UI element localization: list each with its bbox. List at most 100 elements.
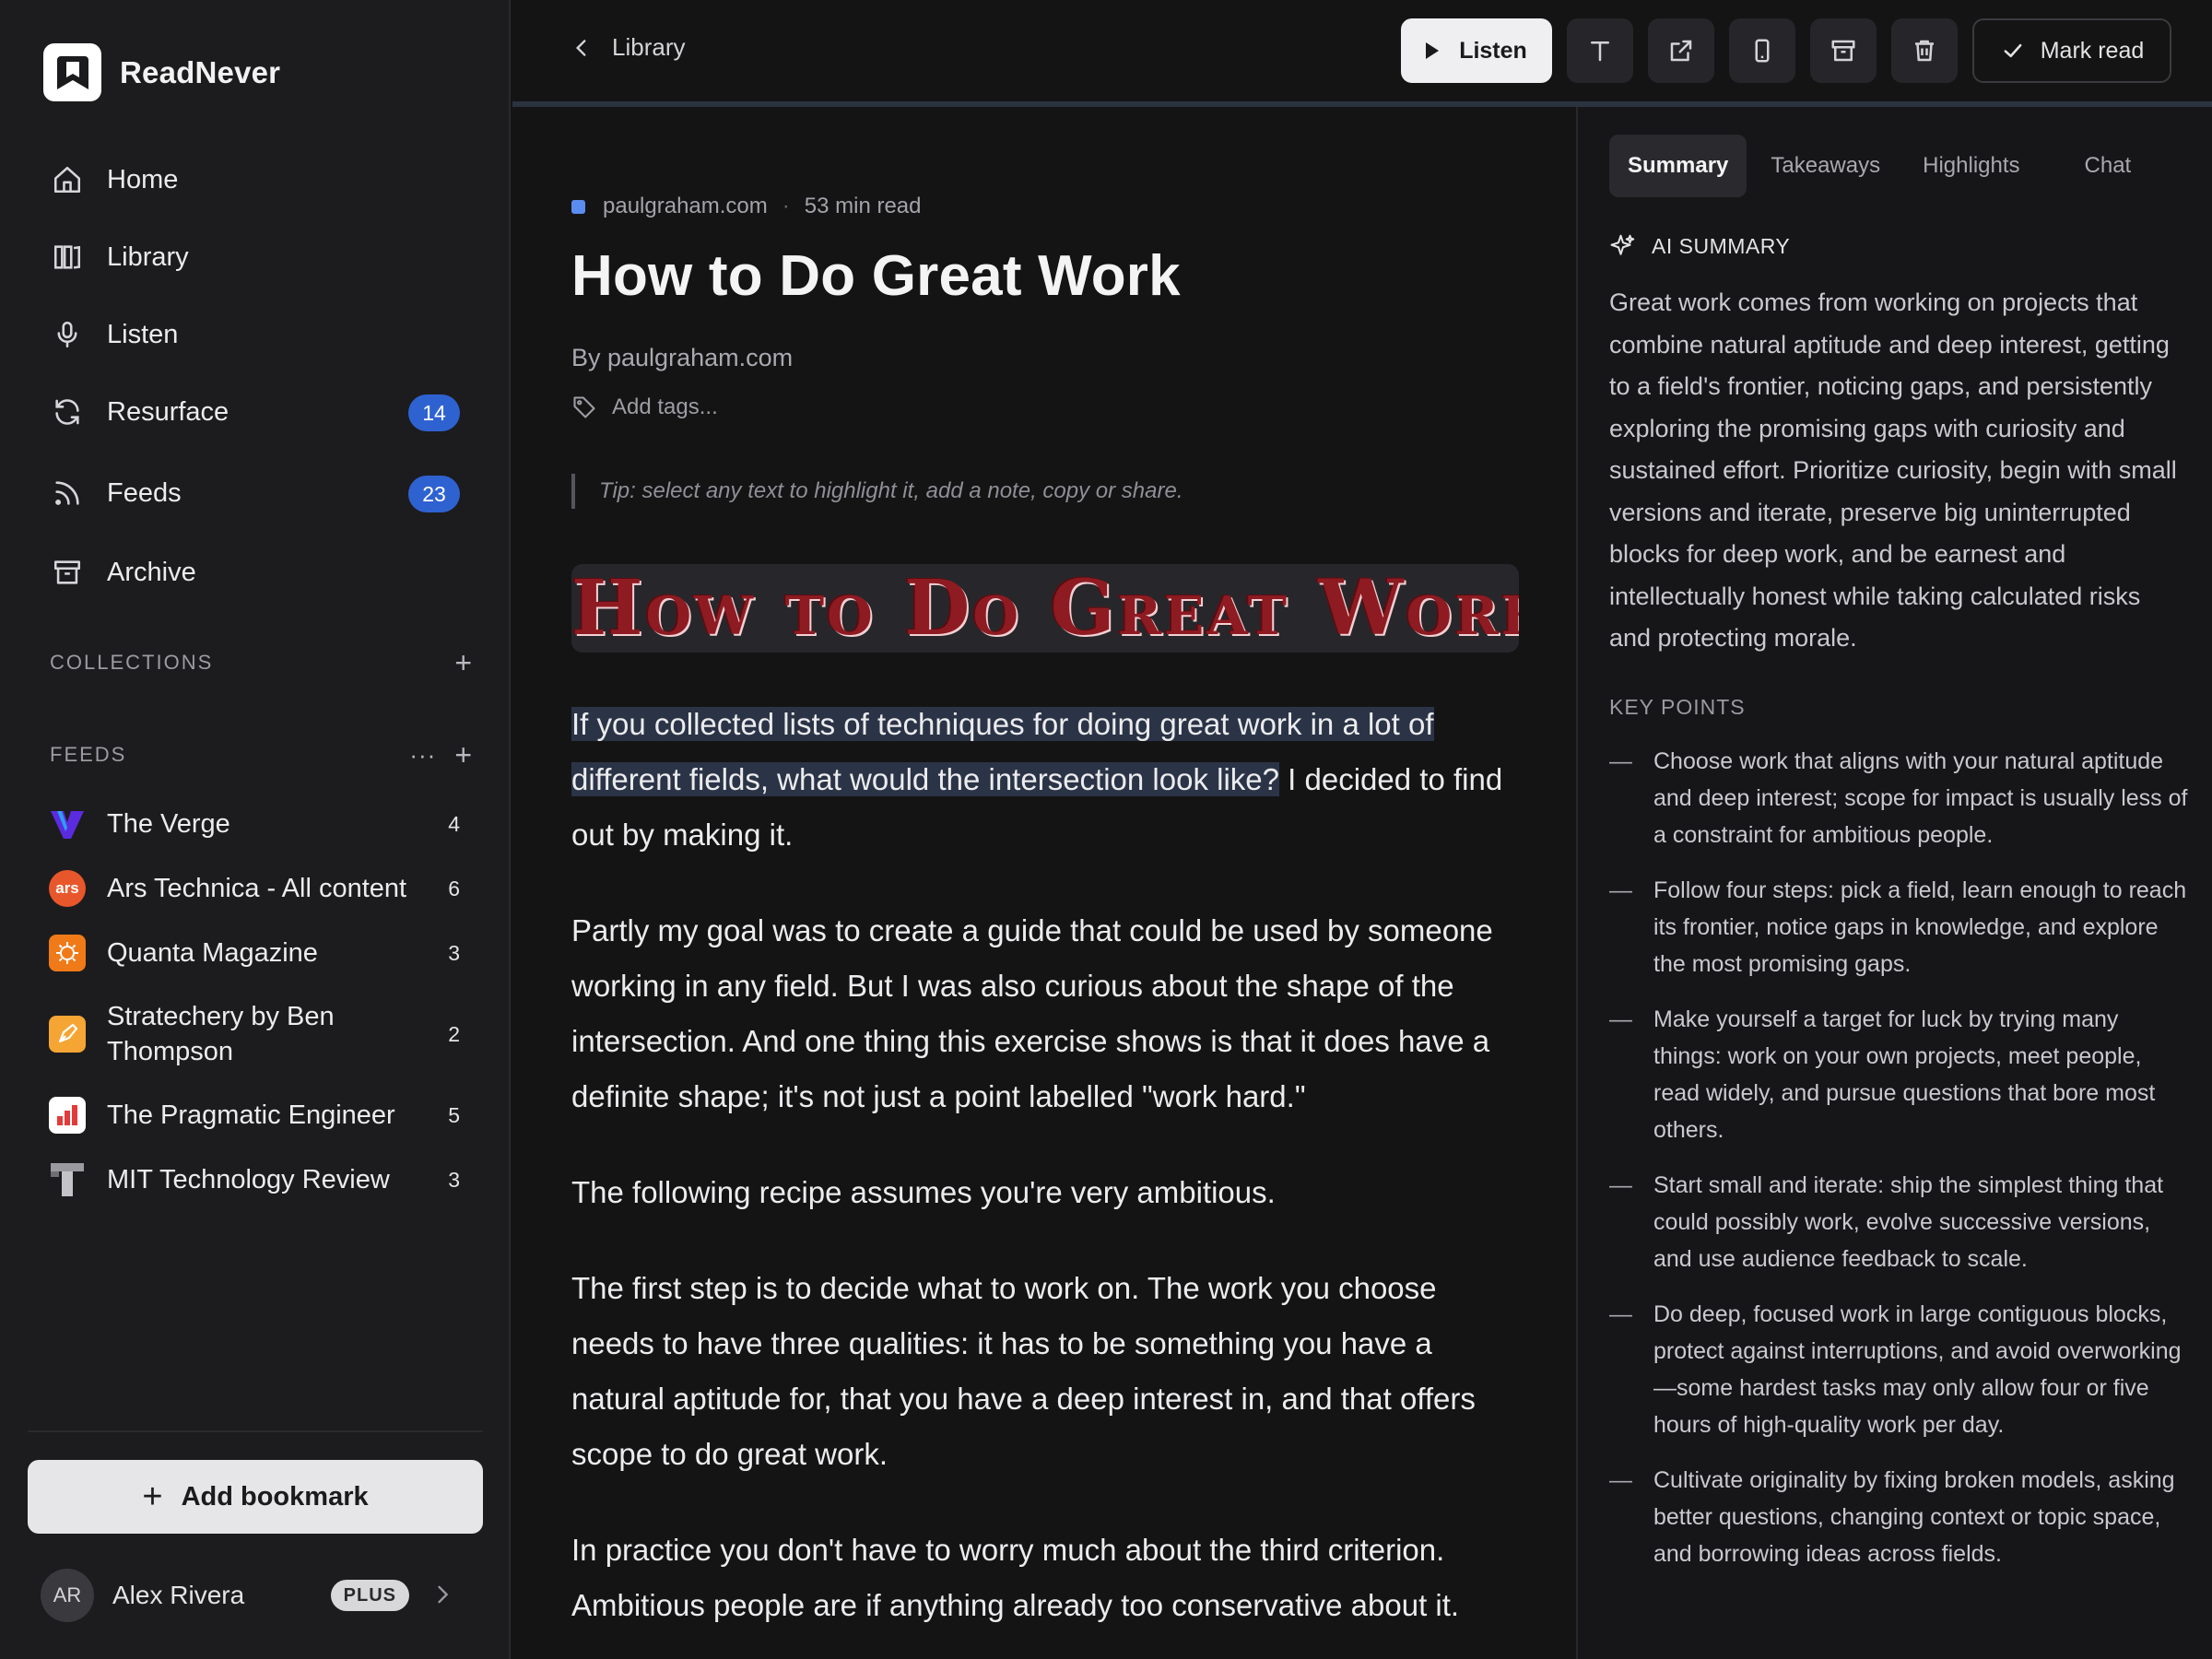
- feed-item-stratechery[interactable]: Stratechery by Ben Thompson 2: [30, 997, 480, 1071]
- article-source[interactable]: paulgraham.com: [603, 194, 768, 219]
- article-title: How to Do Great Work: [571, 244, 1181, 308]
- feed-count: 4: [448, 811, 460, 836]
- mobile-view-button[interactable]: [1729, 18, 1795, 83]
- listen-label: Listen: [1459, 37, 1527, 64]
- paragraph[interactable]: In practice you don't have to worry much…: [571, 1523, 1521, 1633]
- brand[interactable]: ReadNever: [43, 43, 280, 101]
- nav-item-home[interactable]: Home: [30, 147, 480, 212]
- resurface-count-badge: 14: [408, 394, 460, 431]
- trash-icon: [1915, 40, 1934, 62]
- nav-item-feeds[interactable]: Feeds 23: [30, 461, 480, 525]
- key-point: — Cultivate originality by fixing broken …: [1609, 1462, 2190, 1572]
- paragraph[interactable]: The following recipe assumes you're very…: [571, 1165, 1521, 1220]
- mark-read-button[interactable]: Mark read: [1972, 18, 2171, 83]
- tab-summary[interactable]: Summary: [1609, 135, 1747, 197]
- nav-item-archive[interactable]: Archive: [30, 540, 480, 605]
- ai-side-panel: Summary Takeaways Highlights Chat AI SUM…: [1576, 107, 2212, 1659]
- key-point-text: Follow four steps: pick a field, learn e…: [1653, 877, 2187, 977]
- key-points-list: — Choose work that aligns with your natur…: [1609, 743, 2190, 1591]
- user-profile[interactable]: AR Alex Rivera PLUS: [41, 1567, 474, 1624]
- dash-bullet: —: [1609, 1006, 1632, 1032]
- tag-icon: [573, 396, 595, 418]
- add-bookmark-button[interactable]: + Add bookmark: [28, 1460, 483, 1534]
- collections-header: COLLECTIONS +: [50, 644, 472, 681]
- highlight-tip: Tip: select any text to highlight it, ad…: [571, 474, 1182, 509]
- ars-icon-text: ars: [55, 879, 79, 897]
- feed-item-mit-technology-review[interactable]: MIT Technology Review 3: [30, 1159, 480, 1200]
- feed-count: 3: [448, 940, 460, 965]
- archive-icon: [49, 554, 86, 591]
- dash-bullet: —: [1609, 1467, 1632, 1493]
- delete-button[interactable]: [1891, 18, 1958, 83]
- text-size-icon: [1591, 41, 1609, 62]
- open-original-button[interactable]: [1648, 18, 1714, 83]
- key-point: — Make yourself a target for luck by tryi…: [1609, 1001, 2190, 1148]
- key-point: — Do deep, focused work in large contiguo…: [1609, 1296, 2190, 1443]
- microphone-icon: [49, 316, 86, 353]
- meta-separator: ·: [782, 194, 790, 218]
- stratechery-icon: [49, 1016, 86, 1053]
- rss-icon: [49, 475, 86, 512]
- nav-label: Feeds: [107, 477, 182, 508]
- external-link-icon: [1670, 40, 1692, 62]
- reader-toolbar: Library Listen Mark read: [512, 0, 2212, 101]
- key-point: — Follow four steps: pick a field, learn …: [1609, 872, 2190, 982]
- readnever-logo-icon: [43, 43, 101, 101]
- add-feed-plus-icon[interactable]: +: [454, 740, 472, 770]
- paragraph[interactable]: If you collected lists of techniques for…: [571, 697, 1521, 863]
- tab-takeaways[interactable]: Takeaways: [1752, 135, 1899, 197]
- nav-label: Archive: [107, 557, 196, 587]
- nav-label: Listen: [107, 319, 179, 349]
- mobile-icon: [1755, 39, 1770, 63]
- feed-item-quanta[interactable]: Quanta Magazine 3: [30, 933, 480, 973]
- refresh-icon: [49, 394, 86, 430]
- dash-bullet: —: [1609, 748, 1632, 774]
- nav-item-listen[interactable]: Listen: [30, 302, 480, 367]
- feed-item-ars-technica[interactable]: ars Ars Technica - All content 6: [30, 868, 480, 909]
- verge-icon: [49, 806, 86, 842]
- sidebar-divider: [28, 1430, 483, 1432]
- listen-button[interactable]: Listen: [1401, 18, 1552, 83]
- archive-button[interactable]: [1810, 18, 1877, 83]
- archive-icon: [1831, 40, 1855, 62]
- add-bookmark-label: Add bookmark: [181, 1481, 369, 1512]
- sidebar: ReadNever Home Library Listen Resurface: [0, 0, 511, 1659]
- plus-icon: +: [142, 1477, 163, 1516]
- key-point: — Choose work that aligns with your natur…: [1609, 743, 2190, 853]
- nav-label: Home: [107, 164, 179, 194]
- library-icon: [49, 239, 86, 276]
- tab-chat[interactable]: Chat: [2066, 135, 2150, 197]
- tab-highlights[interactable]: Highlights: [1904, 135, 2038, 197]
- dash-bullet: —: [1609, 1301, 1632, 1327]
- quanta-icon: [49, 935, 86, 971]
- feed-count: 3: [448, 1167, 460, 1192]
- feed-label: Stratechery by Ben Thompson: [107, 1002, 335, 1066]
- feeds-count-badge: 23: [408, 476, 460, 512]
- app-name: ReadNever: [120, 54, 281, 89]
- feed-count: 2: [448, 1021, 460, 1046]
- feed-item-pragmatic-engineer[interactable]: The Pragmatic Engineer 5: [30, 1095, 480, 1135]
- feed-item-the-verge[interactable]: The Verge 4: [30, 804, 480, 844]
- nav-item-resurface[interactable]: Resurface 14: [30, 380, 480, 444]
- feed-count: 6: [448, 876, 460, 900]
- add-collection-plus-icon[interactable]: +: [454, 648, 472, 677]
- text-size-button[interactable]: [1567, 18, 1633, 83]
- key-point-text: Choose work that aligns with your natura…: [1653, 748, 2188, 848]
- feed-label: MIT Technology Review: [107, 1165, 390, 1194]
- back-to-library-link[interactable]: Library: [570, 33, 685, 62]
- dash-bullet: —: [1609, 1172, 1632, 1198]
- article-content: paulgraham.com · 53 min read How to Do G…: [571, 107, 1521, 1659]
- user-name: Alex Rivera: [112, 1581, 245, 1609]
- nav-item-library[interactable]: Library: [30, 225, 480, 289]
- panel-tabs: Summary Takeaways Highlights Chat: [1609, 135, 2155, 197]
- ai-summary-text: Great work comes from working on project…: [1609, 288, 2177, 652]
- chevron-right-icon: [429, 1582, 455, 1612]
- feed-count: 5: [448, 1102, 460, 1127]
- key-point-text: Start small and iterate: ship the simple…: [1653, 1172, 2164, 1272]
- feeds-more-icon[interactable]: ···: [409, 740, 436, 770]
- paragraph[interactable]: Partly my goal was to create a guide tha…: [571, 903, 1521, 1124]
- home-icon: [49, 161, 86, 198]
- play-icon: [1426, 42, 1440, 59]
- paragraph[interactable]: The first step is to decide what to work…: [571, 1261, 1521, 1482]
- add-tags-field[interactable]: Add tags...: [571, 394, 718, 420]
